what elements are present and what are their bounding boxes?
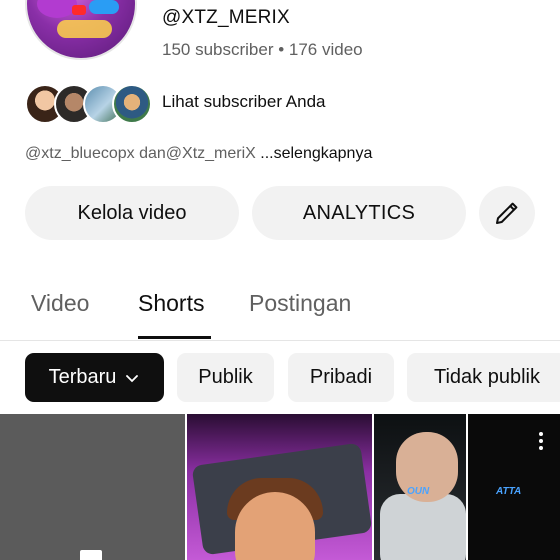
channel-description[interactable]: @xtz_bluecopx dan@Xtz_meriX ...selengkap… [25,145,372,163]
subscriber-avatars[interactable] [25,84,152,124]
tab-posts[interactable]: Postingan [249,290,351,317]
thumbnail-text: ATTA [496,486,522,497]
tab-video[interactable]: Video [31,290,89,317]
edit-channel-button[interactable] [479,186,535,240]
channel-handle: @XTZ_MERIX [162,7,290,28]
shorts-grid: OUN ATTA [0,414,560,560]
filter-latest-label: Terbaru [48,366,117,388]
pencil-icon [496,202,518,224]
short-thumbnail[interactable] [187,414,372,560]
document-icon [80,550,102,560]
more-vertical-icon[interactable] [539,432,543,452]
short-thumbnail[interactable]: OUN [374,414,466,560]
description-more-link[interactable]: ...selengkapnya [260,145,372,162]
channel-avatar[interactable] [25,0,137,60]
channel-stats: 150 subscriber • 176 video [162,40,363,59]
short-thumbnail[interactable] [0,414,185,560]
filter-unlisted-chip[interactable]: Tidak publik [407,353,560,402]
subscriber-avatar [112,84,152,124]
manage-videos-button[interactable]: Kelola video [25,186,239,240]
filter-private-chip[interactable]: Pribadi [288,353,394,402]
short-thumbnail[interactable]: ATTA [468,414,560,560]
tab-shorts[interactable]: Shorts [138,290,204,317]
thumbnail-text: OUN [407,486,430,497]
description-text: @xtz_bluecopx dan@Xtz_meriX [25,145,261,162]
filter-public-chip[interactable]: Publik [177,353,274,402]
analytics-button[interactable]: ANALYTICS [252,186,466,240]
tabs-divider [0,340,560,341]
active-tab-indicator [138,336,211,339]
filter-latest-chip[interactable]: Terbaru [25,353,164,402]
view-subscribers-link[interactable]: Lihat subscriber Anda [162,92,326,112]
chevron-down-icon [126,374,139,382]
